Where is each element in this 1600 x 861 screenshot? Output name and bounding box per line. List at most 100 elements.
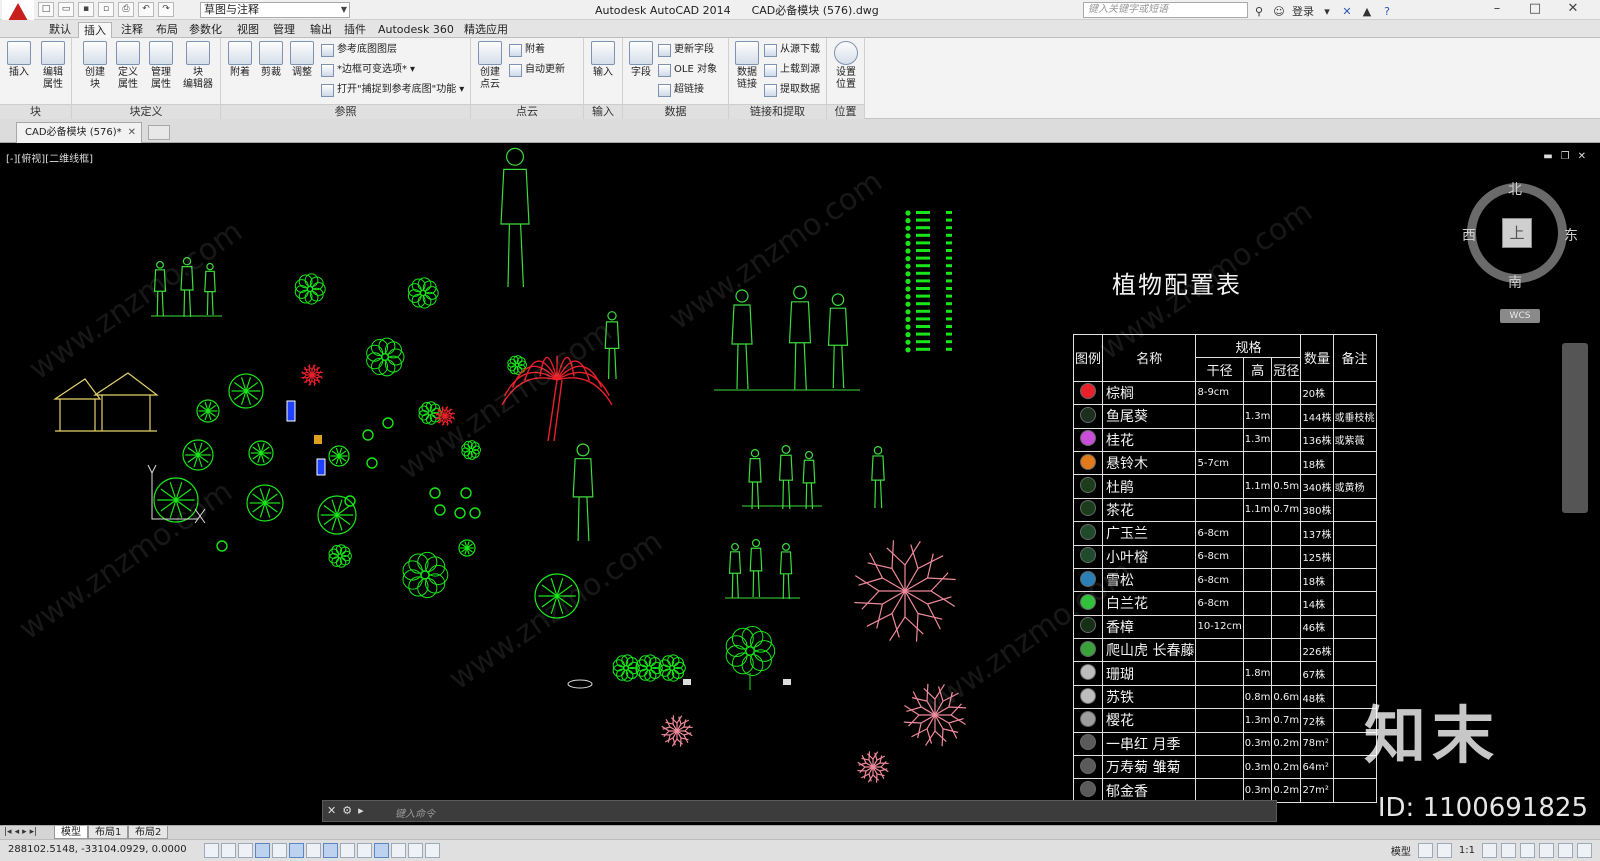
group-title[interactable]: 参照 — [221, 104, 470, 119]
clip-button[interactable]: 剪裁 — [256, 41, 286, 79]
quick-view-drawings-icon[interactable] — [1436, 843, 1452, 858]
download-from-source-button[interactable]: 从源下载 — [764, 42, 820, 58]
login-button[interactable]: 登录 — [1292, 3, 1314, 19]
viewcube-south[interactable]: 南 — [1508, 272, 1522, 292]
print-icon[interactable]: ⎙ — [118, 2, 134, 17]
ortho-mode-toggle[interactable] — [255, 843, 270, 858]
coordinate-readout[interactable]: 288102.5148, -33104.0929, 0.0000 — [8, 844, 187, 855]
snap-underlay-dropdown[interactable]: 打开"捕捉到参考底图"功能 ▾ — [321, 82, 464, 98]
ribbon-tab[interactable]: 插件 — [339, 22, 371, 38]
a360-icon[interactable]: ▲ — [1360, 5, 1374, 18]
workspace-switching-icon[interactable] — [1501, 843, 1516, 858]
last-tab-icon[interactable]: ▸| — [30, 827, 38, 837]
manage-attribute-button[interactable]: 管理 属性 — [146, 41, 176, 91]
lock-icon[interactable] — [1520, 843, 1535, 858]
hardware-acceleration-icon[interactable] — [1539, 843, 1554, 858]
save-icon[interactable]: ▪ — [78, 2, 94, 17]
wrench-icon[interactable]: ⚙ — [342, 804, 352, 817]
isolate-objects-icon[interactable] — [1558, 843, 1573, 858]
frames-dropdown[interactable]: *边框可变选项* ▾ — [321, 62, 415, 78]
data-link-button[interactable]: 数据 链接 — [732, 41, 762, 91]
import-button[interactable]: 输入 — [588, 41, 618, 79]
block-editor-button[interactable]: 块 编辑器 — [179, 41, 217, 91]
group-title[interactable]: 块 — [0, 104, 71, 119]
insert-block-button[interactable]: 插入 — [4, 41, 34, 79]
group-title[interactable]: 块定义 — [72, 104, 220, 119]
object-snap-toggle[interactable] — [289, 843, 304, 858]
ribbon-tab[interactable]: 布局 — [151, 22, 183, 38]
command-input[interactable]: 键入命令 — [395, 805, 435, 820]
restore-icon[interactable]: ❐ — [1561, 151, 1570, 162]
navigation-bar[interactable] — [1562, 343, 1588, 513]
underlay-layers-button[interactable]: 参考底图图层 — [321, 42, 397, 58]
hyperlink-button[interactable]: 超链接 — [658, 82, 704, 98]
attach-button[interactable]: 附着 — [225, 41, 255, 79]
create-pointcloud-button[interactable]: 创建 点云 — [475, 41, 505, 91]
minimize-icon[interactable]: ▬ — [1543, 151, 1552, 162]
ribbon-tab[interactable]: Autodesk 360 — [373, 22, 459, 38]
ribbon-tab[interactable]: 视图 — [232, 22, 264, 38]
set-location-button[interactable]: 设置 位置 — [831, 41, 861, 91]
autoupdate-button[interactable]: 自动更新 — [509, 62, 565, 78]
edit-attribute-button[interactable]: 编辑 属性 — [38, 41, 68, 91]
workspace-select[interactable]: 草图与注释 ▼ — [200, 2, 350, 18]
grid-display-toggle[interactable] — [238, 843, 253, 858]
ribbon-tab[interactable]: 参数化 — [184, 22, 227, 38]
minimize-icon[interactable]: – — [1478, 0, 1516, 20]
create-block-button[interactable]: 创建 块 — [80, 41, 110, 91]
pointcloud-attach-button[interactable]: 附着 — [509, 42, 545, 58]
wcs-menu[interactable]: WCS — [1500, 309, 1540, 323]
snap-mode-toggle[interactable] — [221, 843, 236, 858]
layout-tab-model[interactable]: 模型 — [54, 826, 88, 839]
dynamic-input-toggle[interactable] — [357, 843, 372, 858]
undo-icon[interactable]: ↶ — [138, 2, 154, 17]
model-space-button[interactable]: 模型 — [1388, 843, 1414, 858]
new-tab-button[interactable] — [148, 125, 170, 140]
infer-constraints-toggle[interactable] — [204, 843, 219, 858]
annotation-visibility-icon[interactable] — [1482, 843, 1497, 858]
allow-ucs-toggle[interactable] — [340, 843, 355, 858]
viewcube-west[interactable]: 西 — [1462, 225, 1476, 245]
upload-to-source-button[interactable]: 上载到源 — [764, 62, 820, 78]
lineweight-toggle[interactable] — [374, 843, 389, 858]
prev-tab-icon[interactable]: ◂ — [15, 827, 20, 837]
search-input[interactable]: 键入关键字或短语 — [1083, 2, 1248, 18]
group-title[interactable]: 点云 — [471, 104, 583, 119]
close-icon[interactable]: ✕ — [128, 123, 136, 142]
object-snap-tracking-toggle[interactable] — [323, 843, 338, 858]
save-as-icon[interactable]: ▫ — [98, 2, 114, 17]
update-fields-button[interactable]: 更新字段 — [658, 42, 714, 58]
selection-cycling-toggle[interactable] — [425, 843, 440, 858]
viewcube-east[interactable]: 东 — [1564, 225, 1578, 245]
ribbon-tab[interactable]: 输出 — [305, 22, 337, 38]
first-tab-icon[interactable]: |◂ — [4, 827, 12, 837]
command-history-icon[interactable]: ▸ — [358, 804, 364, 817]
define-attribute-button[interactable]: 定义 属性 — [113, 41, 143, 91]
extract-data-button[interactable]: 提取数据 — [764, 82, 820, 98]
ribbon-tab[interactable]: 管理 — [268, 22, 300, 38]
ole-object-button[interactable]: OLE 对象 — [658, 62, 717, 78]
clean-screen-icon[interactable] — [1577, 843, 1592, 858]
help-icon[interactable]: ? — [1380, 5, 1394, 18]
new-file-icon[interactable]: □ — [38, 2, 54, 17]
viewcube-top-face[interactable]: 上 — [1502, 218, 1532, 248]
ribbon-tab[interactable]: 注释 — [116, 22, 148, 38]
close-icon[interactable]: ✕ — [1554, 0, 1592, 20]
exchange-icon[interactable]: ✕ — [1340, 5, 1354, 18]
close-icon[interactable]: ✕ — [327, 804, 336, 817]
3d-object-snap-toggle[interactable] — [306, 843, 321, 858]
viewcube-north[interactable]: 北 — [1508, 179, 1522, 199]
annotation-scale[interactable]: 1:1 — [1456, 845, 1478, 856]
user-icon[interactable]: ☺ — [1272, 5, 1286, 18]
drawing-area[interactable]: [-][俯视][二维线框] ▬ ❐ ✕ www.znzmo.com www.zn… — [0, 143, 1600, 825]
layout-tab-layout1[interactable]: 布局1 — [88, 826, 129, 839]
ribbon-tab[interactable]: 默认 — [44, 22, 76, 38]
quick-view-layouts-icon[interactable] — [1417, 843, 1433, 858]
close-icon[interactable]: ✕ — [1578, 151, 1586, 162]
ribbon-tab[interactable]: 插入 — [78, 22, 112, 38]
open-file-icon[interactable]: ▭ — [58, 2, 74, 17]
binoculars-icon[interactable]: ⚲ — [1252, 5, 1266, 18]
file-tab[interactable]: CAD必备模块 (576)* ✕ — [16, 122, 142, 143]
next-tab-icon[interactable]: ▸ — [22, 827, 27, 837]
viewport-controls-label[interactable]: [-][俯视][二维线框] — [6, 150, 93, 165]
